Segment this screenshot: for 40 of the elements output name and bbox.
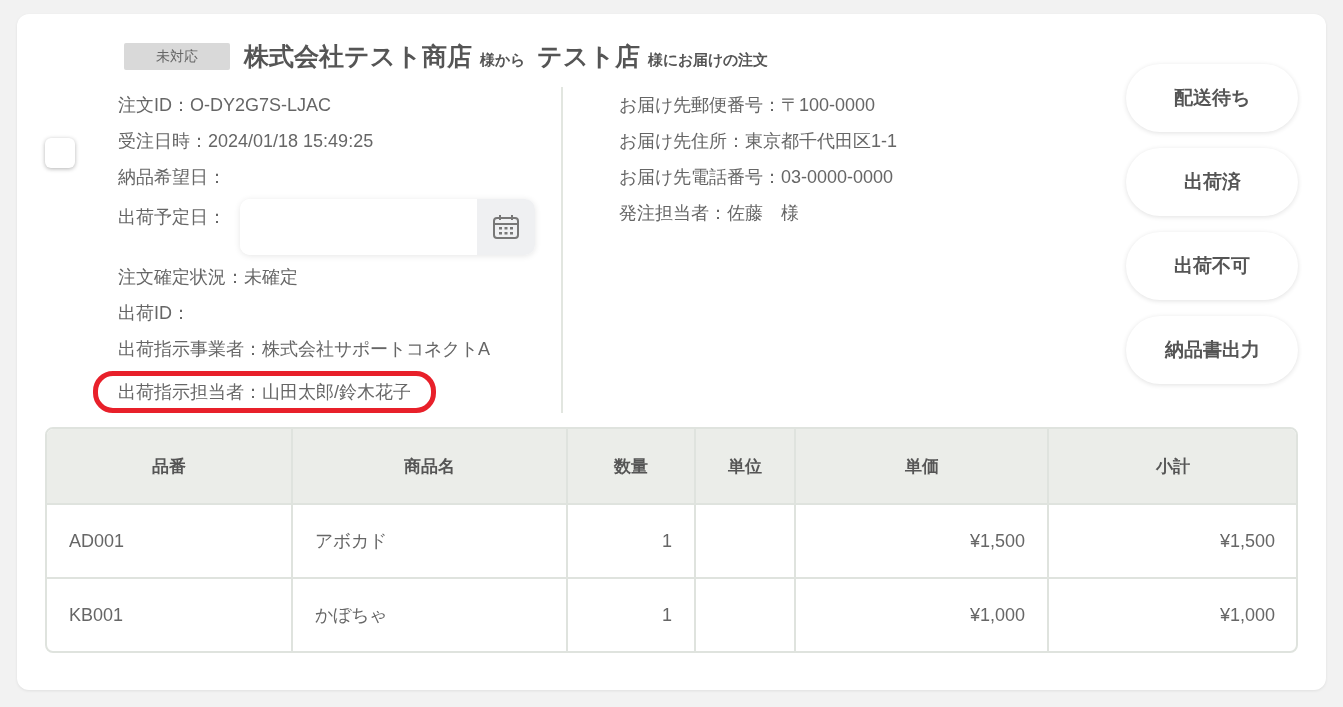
table-cell: ¥1,000	[1048, 578, 1296, 651]
status-badge: 未対応	[124, 43, 230, 70]
detail-label: 出荷予定日：	[118, 206, 226, 229]
highlighted-detail-text: 出荷指示担当者：山田太郎/鈴木花子	[93, 371, 436, 413]
table-cell: KB001	[47, 578, 292, 651]
detail-text: 受注日時：2024/01/18 15:49:25	[118, 130, 374, 153]
table-cell: ¥1,000	[795, 578, 1048, 651]
shipper-name: 株式会社テスト商店	[244, 41, 472, 72]
column-header: 単価	[795, 429, 1048, 504]
column-header: 単位	[695, 429, 795, 504]
status-button[interactable]: 配送待ち	[1126, 64, 1298, 132]
detail-text: お届け先郵便番号：〒100-0000	[619, 94, 876, 117]
table-cell: 1	[567, 504, 695, 578]
detail-text: 出荷ID：	[118, 302, 190, 325]
table-cell: 1	[567, 578, 695, 651]
table-cell: ¥1,500	[1048, 504, 1296, 578]
status-button[interactable]: 出荷済	[1126, 148, 1298, 216]
table-cell: アボカド	[292, 504, 567, 578]
recipient-name: テスト店	[537, 41, 640, 72]
detail-text: 注文確定状況：未確定	[118, 266, 298, 289]
detail-text: 出荷指示事業者：株式会社サポートコネクトA	[118, 338, 490, 361]
table-cell: AD001	[47, 504, 292, 578]
status-button[interactable]: 納品書出力	[1126, 316, 1298, 384]
column-header: 商品名	[292, 429, 567, 504]
column-header: 小計	[1048, 429, 1296, 504]
column-header: 数量	[567, 429, 695, 504]
column-header: 品番	[47, 429, 292, 504]
detail-text: お届け先住所：東京都千代田区1-1	[619, 130, 897, 153]
detail-text: 納品希望日：	[118, 166, 226, 189]
table-cell: かぼちゃ	[292, 578, 567, 651]
calendar-button[interactable]	[477, 199, 535, 255]
detail-text: 発注担当者：佐藤 様	[619, 202, 799, 225]
table-cell: ¥1,500	[795, 504, 1048, 578]
calendar-icon	[492, 214, 520, 240]
select-checkbox[interactable]	[45, 138, 75, 168]
detail-text: 注文ID：O-DY2G7S-LJAC	[118, 94, 332, 117]
status-button[interactable]: 出荷不可	[1126, 232, 1298, 300]
shipper-suffix: 様から	[480, 51, 525, 70]
recipient-suffix: 様にお届けの注文	[648, 51, 768, 70]
detail-text: お届け先電話番号：03-0000-0000	[619, 166, 894, 189]
